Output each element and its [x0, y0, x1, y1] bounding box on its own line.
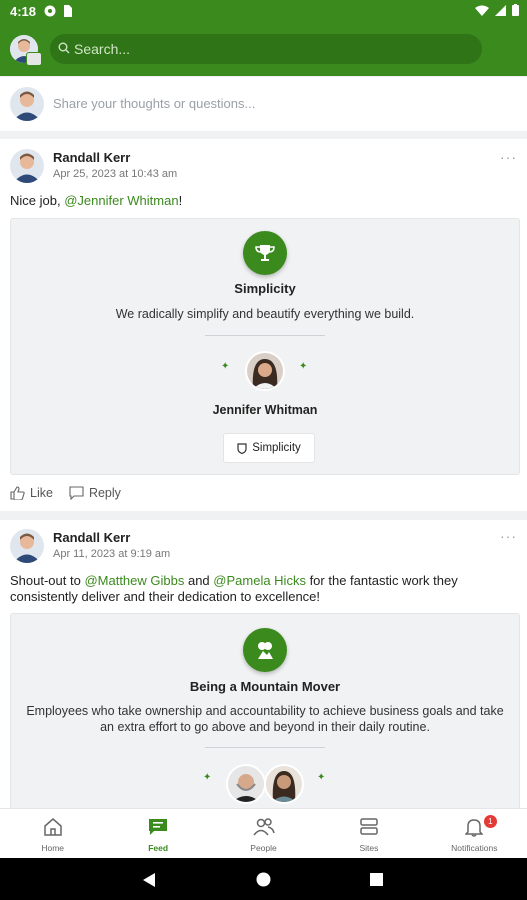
sparkle-icon: ✦ [299, 361, 308, 372]
signal-icon [495, 4, 506, 16]
post-date: Apr 25, 2023 at 10:43 am [53, 168, 178, 180]
recognition-title: Being a Mountain Mover [189, 679, 341, 694]
status-notification-icons [44, 5, 73, 17]
reply-label: Reply [88, 486, 121, 500]
recipient-avatar[interactable] [264, 764, 304, 804]
nav-label: People [250, 843, 277, 853]
recognition-description: Employees who take ownership and account… [26, 704, 504, 734]
status-bar: 4:18 [0, 0, 527, 24]
author-avatar[interactable] [10, 529, 44, 563]
nav-label: Notifications [451, 843, 498, 853]
comment-icon [69, 486, 84, 500]
divider [205, 747, 325, 748]
recognition-title: Simplicity [234, 281, 296, 296]
recents-icon[interactable] [370, 873, 383, 886]
nav-label: Feed [148, 843, 169, 853]
sparkle-icon: ✦ [317, 772, 326, 783]
post-text: Nice job, [10, 193, 65, 208]
nav-people[interactable]: People [211, 809, 316, 859]
divider [205, 335, 325, 336]
composer-avatar [10, 87, 44, 121]
composer-placeholder[interactable]: Share your thoughts or questions... [53, 96, 255, 111]
feed-post: Randall Kerr Apr 25, 2023 at 10:43 am ··… [0, 139, 527, 511]
author-avatar[interactable] [10, 149, 44, 183]
recipient-name[interactable]: Jennifer Whitman [11, 403, 519, 417]
search-icon [58, 42, 70, 54]
mention-link[interactable]: @Matthew Gibbs [84, 573, 184, 588]
sparkle-icon: ✦ [221, 361, 230, 372]
feed-icon [149, 819, 168, 835]
sparkle-icon: ✦ [203, 772, 212, 783]
nav-home[interactable]: Home [0, 809, 105, 859]
recognition-description: We radically simplify and beautify every… [115, 307, 415, 321]
recognition-badge [243, 231, 287, 275]
status-time: 4:18 [10, 4, 37, 19]
badge-icon [237, 442, 247, 454]
nav-feed[interactable]: Feed [105, 809, 210, 859]
bell-icon [465, 819, 484, 837]
settings-status-icon [44, 5, 56, 17]
like-button[interactable]: Like [10, 486, 53, 500]
feed-post: Randall Kerr Apr 11, 2023 at 9:19 am ···… [0, 520, 527, 808]
post-composer[interactable]: Share your thoughts or questions... [0, 77, 527, 131]
battery-icon [512, 4, 519, 16]
post-body: Shout-out to @Matthew Gibbs and @Pamela … [10, 573, 510, 605]
post-text: Shout-out to [10, 573, 85, 588]
recognition-badge [243, 628, 287, 672]
post-actions: Like Reply [10, 486, 121, 500]
trophy-icon [255, 245, 275, 261]
recipient-avatar[interactable] [245, 351, 285, 391]
like-label: Like [30, 486, 53, 500]
post-text: ! [178, 193, 183, 208]
mention-link[interactable]: @Jennifer Whitman [64, 193, 178, 208]
search-bar[interactable]: Search... [50, 34, 482, 64]
more-options-icon[interactable]: ··· [500, 528, 517, 544]
more-options-icon[interactable]: ··· [500, 149, 517, 165]
sites-icon [360, 818, 378, 835]
author-name[interactable]: Randall Kerr [53, 530, 130, 545]
account-badge-icon [26, 52, 42, 66]
thumbs-up-icon [10, 486, 25, 500]
chip-label: Simplicity [252, 442, 301, 454]
mountain-mover-icon [258, 642, 273, 659]
wifi-icon [475, 5, 489, 16]
recipient-avatar[interactable] [226, 764, 266, 804]
nav-notifications[interactable]: 1 Notifications [422, 809, 527, 859]
post-date: Apr 11, 2023 at 9:19 am [53, 548, 171, 560]
status-system-icons [475, 4, 519, 16]
notification-badge: 1 [483, 815, 497, 828]
recognition-card: Being a Mountain Mover Employees who tak… [10, 613, 520, 808]
nav-label: Sites [359, 843, 379, 853]
system-navigation-bar [0, 858, 527, 900]
post-text: and [184, 573, 214, 588]
app-bar: Search... [0, 24, 527, 76]
nav-label: Home [41, 843, 65, 853]
reply-button[interactable]: Reply [69, 486, 121, 500]
back-icon[interactable] [142, 872, 156, 888]
search-placeholder: Search... [74, 41, 131, 57]
sim-card-icon [64, 5, 72, 17]
value-chip[interactable]: Simplicity [223, 433, 315, 463]
nav-sites[interactable]: Sites [316, 809, 421, 859]
mention-link[interactable]: @Pamela Hicks [213, 573, 306, 588]
author-name[interactable]: Randall Kerr [53, 150, 130, 165]
home-button-icon[interactable] [256, 872, 271, 887]
post-body: Nice job, @Jennifer Whitman! [10, 193, 510, 209]
people-icon [252, 818, 275, 836]
bottom-navigation: Home Feed People Sites 1 Notifications [0, 808, 527, 859]
recognition-card: Simplicity We radically simplify and bea… [10, 218, 520, 475]
home-icon [43, 818, 62, 836]
